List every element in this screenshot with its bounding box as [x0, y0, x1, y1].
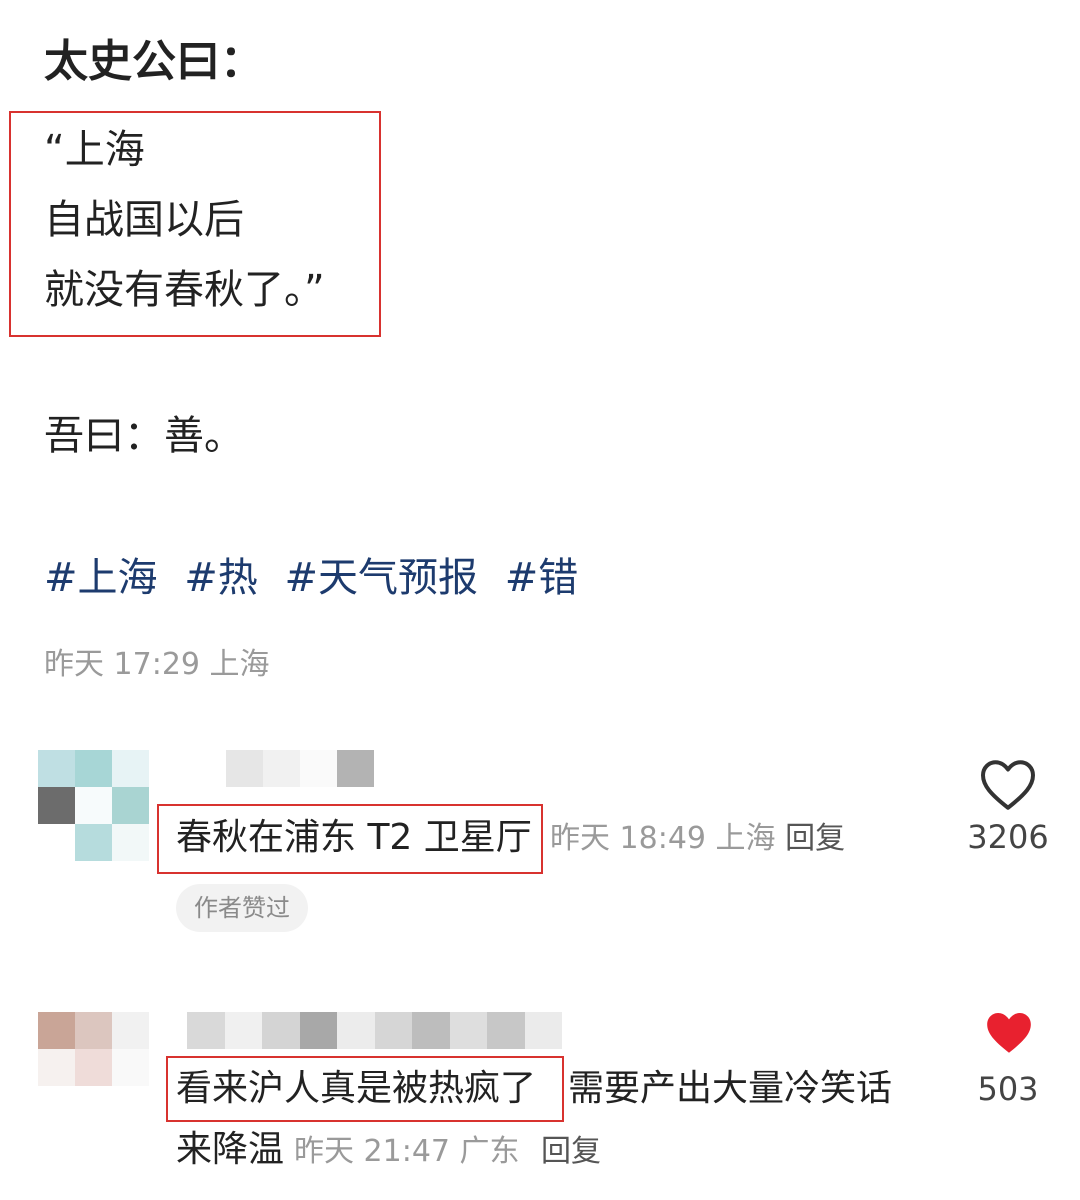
avatar[interactable] — [38, 1012, 149, 1086]
hashtag-list: #上海 #热 #天气预报 #错 — [44, 552, 592, 604]
like-count: 3206 — [967, 818, 1049, 856]
username-blurred[interactable] — [226, 750, 374, 787]
author-liked-badge: 作者赞过 — [176, 884, 308, 932]
comment-text: 需要产出大量冷笑话 — [568, 1068, 893, 1109]
hashtag-weather-forecast[interactable]: #天气预报 — [284, 555, 478, 601]
hashtag-shanghai[interactable]: #上海 — [44, 555, 158, 601]
comment-text-highlight: 看来沪人真是被热疯了 — [176, 1068, 537, 1109]
heart-filled-icon[interactable] — [982, 1008, 1036, 1056]
reply-button[interactable]: 回复 — [541, 1134, 601, 1169]
comment-text-line2: 来降温 昨天 21:47 广东 回复 — [176, 1126, 601, 1176]
comment-time: 昨天 18:49 上海 — [550, 821, 776, 856]
quote-line: 就没有春秋了。” — [44, 267, 325, 313]
post-remark: 吾曰：善。 — [44, 413, 244, 459]
quote-line: 自战国以后 — [44, 197, 244, 243]
comment-time: 昨天 21:47 广东 — [294, 1134, 520, 1169]
comment-text: 来降温 — [176, 1129, 285, 1170]
like-count: 503 — [977, 1070, 1039, 1108]
comment-text: 春秋在浦东 T2 卫星厅 — [176, 817, 532, 858]
hashtag-hot[interactable]: #热 — [184, 555, 258, 601]
post-title: 太史公曰： — [44, 36, 264, 87]
reply-button[interactable]: 回复 — [785, 821, 845, 856]
username-blurred[interactable] — [187, 1012, 562, 1049]
post-meta: 昨天 17:29 上海 — [44, 647, 270, 682]
comment-meta: 昨天 18:49 上海 回复 — [550, 818, 845, 860]
avatar[interactable] — [38, 750, 149, 861]
quote-line: “上海 — [44, 127, 145, 173]
heart-outline-icon[interactable] — [978, 756, 1038, 812]
hashtag-wrong[interactable]: #错 — [505, 555, 579, 601]
